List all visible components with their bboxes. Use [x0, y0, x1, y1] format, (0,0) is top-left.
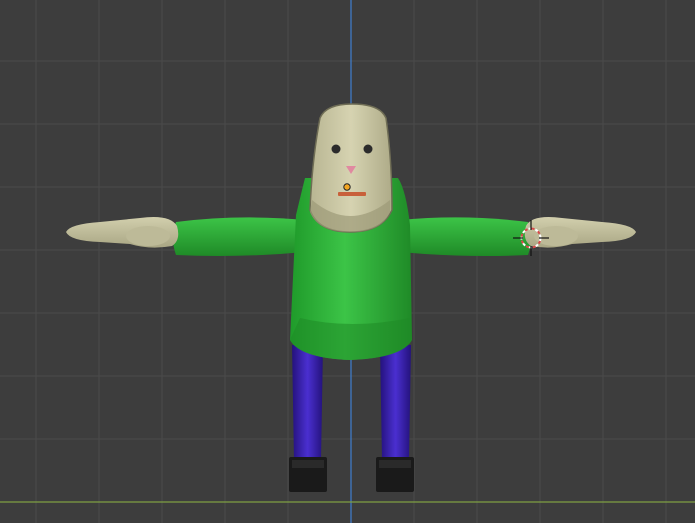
- left-arm[interactable]: [173, 217, 305, 256]
- left-eye: [331, 144, 341, 154]
- 3d-viewport[interactable]: [0, 0, 695, 523]
- right-leg[interactable]: [376, 345, 414, 492]
- origin-point-icon[interactable]: [343, 183, 351, 191]
- mouth: [338, 192, 366, 196]
- left-leg[interactable]: [289, 345, 327, 492]
- left-hand[interactable]: [66, 217, 179, 248]
- right-arm[interactable]: [400, 217, 531, 256]
- head[interactable]: [309, 103, 393, 233]
- right-hand[interactable]: [524, 217, 636, 248]
- viewport-canvas[interactable]: [0, 0, 695, 523]
- right-eye: [363, 144, 373, 154]
